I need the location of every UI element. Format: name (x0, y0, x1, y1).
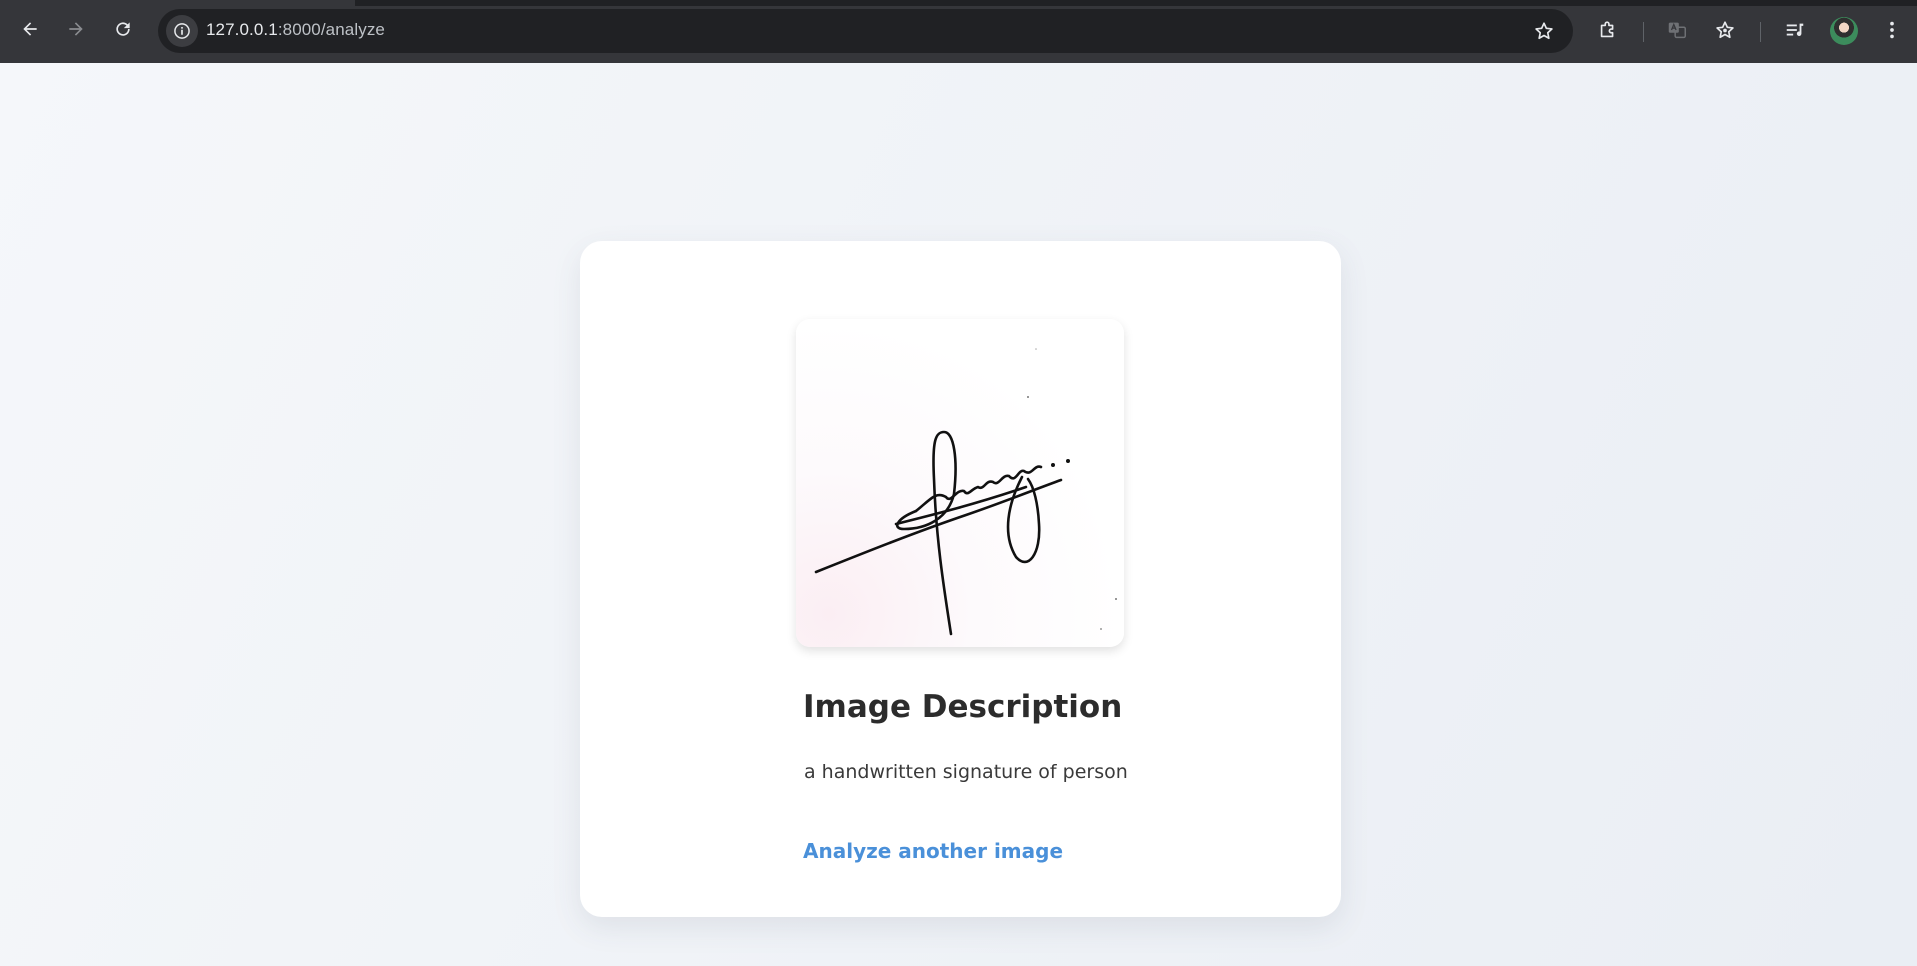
reload-button[interactable] (108, 14, 138, 44)
signature-image (814, 348, 1117, 636)
url-path: :8000/analyze (277, 20, 385, 39)
site-info-button[interactable] (166, 15, 198, 47)
media-queue-button[interactable] (1783, 18, 1807, 42)
result-card: Image Description a handwritten signatur… (580, 241, 1341, 917)
image-description-text: a handwritten signature of person (804, 761, 1128, 783)
translate-button[interactable] (1665, 18, 1689, 42)
profile-avatar[interactable] (1830, 17, 1858, 45)
star-icon (1535, 22, 1553, 40)
star-list-icon (1716, 21, 1734, 39)
analyze-another-link[interactable]: Analyze another image (803, 839, 1063, 863)
extensions-button[interactable] (1596, 18, 1620, 42)
url-host: 127.0.0.1 (206, 20, 278, 39)
arrow-right-icon (69, 22, 83, 36)
reload-icon (116, 22, 130, 36)
page-title: Image Description (803, 689, 1123, 725)
translate-icon (1668, 22, 1686, 39)
browser-menu-button[interactable] (1880, 18, 1904, 42)
tab-strip (0, 0, 1917, 6)
back-button[interactable] (15, 14, 45, 44)
address-bar[interactable]: 127.0.0.1:8000/analyze (158, 9, 1573, 53)
info-icon (174, 23, 190, 39)
toolbar-separator (1760, 22, 1761, 42)
url-text[interactable]: 127.0.0.1:8000/analyze (206, 20, 385, 40)
uploaded-image (796, 319, 1124, 647)
kebab-menu-icon (1890, 21, 1894, 39)
arrow-left-icon (23, 22, 37, 36)
forward-button[interactable] (61, 14, 91, 44)
bookmark-button[interactable] (1533, 20, 1555, 42)
puzzle-icon (1600, 21, 1614, 38)
page-background: Image Description a handwritten signatur… (0, 63, 1917, 966)
toolbar-separator (1643, 22, 1644, 42)
favorites-button[interactable] (1713, 18, 1737, 42)
active-tab[interactable] (0, 0, 355, 6)
browser-toolbar: 127.0.0.1:8000/analyze (0, 0, 1917, 63)
media-queue-icon (1786, 23, 1804, 37)
